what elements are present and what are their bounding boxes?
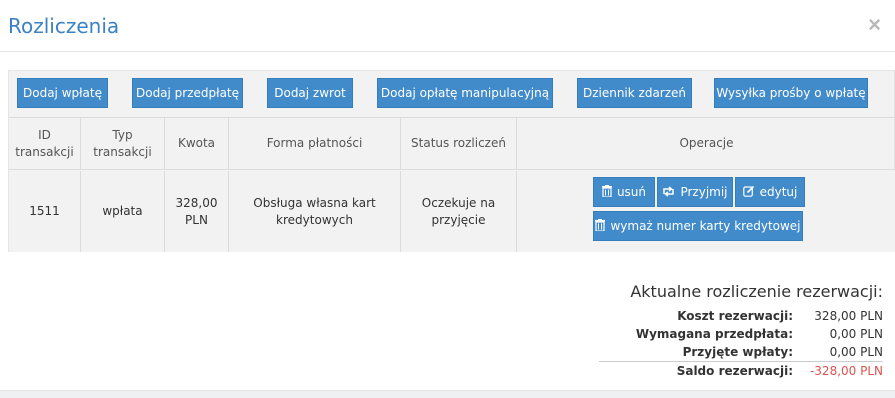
event-log-button[interactable]: Dziennik zdarzeń bbox=[577, 78, 692, 108]
accept-button[interactable]: Przyjmij bbox=[657, 177, 733, 207]
toolbar: Dodaj wpłatę Dodaj przedpłatę Dodaj zwro… bbox=[17, 78, 877, 108]
trash-icon bbox=[595, 219, 606, 233]
edit-button[interactable]: edytuj bbox=[735, 177, 805, 207]
column-header-payment-form: Forma płatności bbox=[229, 118, 401, 169]
accept-label: Przyjmij bbox=[680, 184, 728, 199]
table-header-row: ID transakcji Typ transakcji Kwota Forma… bbox=[9, 118, 895, 170]
transaction-amount: 328,00 PLN bbox=[165, 171, 229, 252]
operations-cell: usuń Przyjmij edytuj wymaż numer karty k… bbox=[517, 171, 895, 252]
wipe-card-label: wymaż numer karty kredytowej bbox=[610, 218, 801, 233]
add-refund-button[interactable]: Dodaj zwrot bbox=[267, 78, 353, 108]
edit-label: edytuj bbox=[759, 184, 798, 199]
retweet-icon bbox=[662, 185, 675, 199]
summary-value: 0,00 PLN bbox=[829, 327, 883, 341]
add-handling-fee-button[interactable]: Dodaj opłatę manipulacyjną bbox=[377, 78, 553, 108]
payment-form: Obsługa własna kart kredytowych bbox=[229, 171, 401, 252]
wipe-card-number-button[interactable]: wymaż numer karty kredytowej bbox=[593, 211, 803, 241]
column-header-status: Status rozliczeń bbox=[401, 118, 517, 169]
column-header-id: ID transakcji bbox=[9, 118, 81, 169]
summary-label: Przyjęte wpłaty: bbox=[682, 345, 793, 359]
summary-label: Saldo rezerwacji: bbox=[676, 364, 793, 378]
balance-value: -328,00 PLN bbox=[809, 364, 883, 378]
send-payment-request-button[interactable]: Wysyłka prośby o wpłatę bbox=[714, 78, 868, 108]
reservation-summary: Aktualne rozliczenie rezerwacji: Koszt r… bbox=[599, 282, 883, 379]
summary-row-cost: Koszt rezerwacji: 328,00 PLN bbox=[613, 307, 883, 325]
column-header-type: Typ transakcji bbox=[81, 118, 165, 169]
summary-row-balance: Saldo rezerwacji: -328,00 PLN bbox=[599, 361, 883, 379]
close-icon[interactable]: × bbox=[868, 12, 881, 38]
settlement-status: Oczekuje na przyjęcie bbox=[401, 171, 517, 252]
column-header-amount: Kwota bbox=[165, 118, 229, 169]
summary-value: 328,00 PLN bbox=[814, 309, 883, 323]
delete-button[interactable]: usuń bbox=[593, 177, 655, 207]
transactions-table: ID transakcji Typ transakcji Kwota Forma… bbox=[9, 117, 895, 252]
transaction-id: 1511 bbox=[9, 171, 81, 252]
summary-value: 0,00 PLN bbox=[829, 345, 883, 359]
operations-group: usuń Przyjmij edytuj wymaż numer karty k… bbox=[517, 171, 895, 252]
summary-label: Wymagana przedpłata: bbox=[635, 327, 793, 341]
edit-icon bbox=[742, 185, 755, 199]
summary-row-accepted-payments: Przyjęte wpłaty: 0,00 PLN bbox=[613, 343, 883, 361]
column-header-operations: Operacje bbox=[679, 136, 734, 150]
modal-title: Rozliczenia bbox=[8, 14, 120, 38]
trash-icon bbox=[601, 185, 612, 199]
summary-title: Aktualne rozliczenie rezerwacji: bbox=[630, 282, 883, 301]
summary-row-required-prepayment: Wymagana przedpłata: 0,00 PLN bbox=[613, 325, 883, 343]
add-prepayment-button[interactable]: Dodaj przedpłatę bbox=[132, 78, 243, 108]
table-row: 1511 wpłata 328,00 PLN Obsługa własna ka… bbox=[9, 171, 895, 252]
settlements-modal: Rozliczenia × Dodaj wpłatę Dodaj przedpł… bbox=[0, 0, 895, 398]
delete-label: usuń bbox=[616, 184, 647, 199]
modal-footer bbox=[0, 390, 895, 398]
transaction-type: wpłata bbox=[81, 171, 165, 252]
summary-label: Koszt rezerwacji: bbox=[677, 309, 793, 323]
modal-header: Rozliczenia × bbox=[0, 0, 895, 52]
settlements-panel: Dodaj wpłatę Dodaj przedpłatę Dodaj zwro… bbox=[8, 70, 895, 252]
add-payment-button[interactable]: Dodaj wpłatę bbox=[17, 78, 108, 108]
